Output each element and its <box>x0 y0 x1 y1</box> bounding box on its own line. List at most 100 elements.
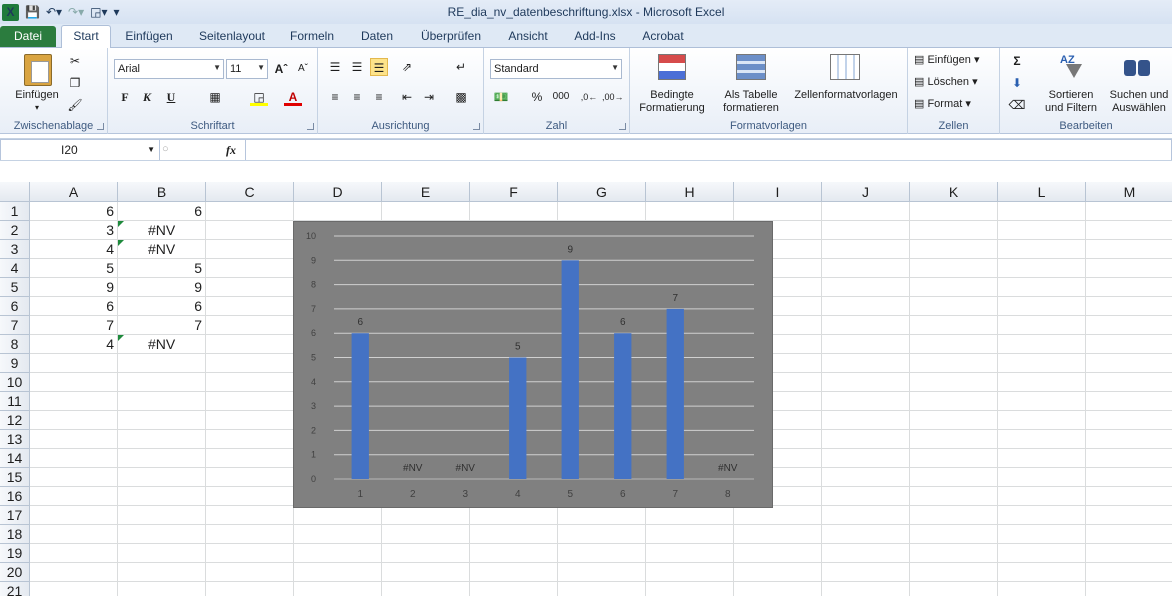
cell-m12[interactable] <box>1086 411 1172 430</box>
tab-page-layout[interactable]: Seitenlayout <box>195 28 269 48</box>
number-launcher-icon[interactable] <box>619 123 626 130</box>
cell-g21[interactable] <box>558 582 646 596</box>
cell-b8[interactable]: #NV <box>118 335 206 354</box>
clipboard-launcher-icon[interactable] <box>97 123 104 130</box>
cell-l4[interactable] <box>998 259 1086 278</box>
cell-d20[interactable] <box>294 563 382 582</box>
cell-j12[interactable] <box>822 411 910 430</box>
cell-l2[interactable] <box>998 221 1086 240</box>
cell-h1[interactable] <box>646 202 734 221</box>
tab-review[interactable]: Überprüfen <box>415 28 487 48</box>
cell-c12[interactable] <box>206 411 294 430</box>
cell-l6[interactable] <box>998 297 1086 316</box>
cell-c5[interactable] <box>206 278 294 297</box>
cell-styles-button[interactable]: Zellenformatvorlagen <box>788 89 904 101</box>
cell-e19[interactable] <box>382 544 470 563</box>
column-header-f[interactable]: F <box>470 182 558 202</box>
align-center-icon[interactable]: ≡ <box>348 88 366 106</box>
cell-h21[interactable] <box>646 582 734 596</box>
cell-m11[interactable] <box>1086 392 1172 411</box>
cell-m10[interactable] <box>1086 373 1172 392</box>
tab-file[interactable]: Datei <box>0 26 56 47</box>
font-name-select[interactable]: Arial ▼ <box>114 59 224 79</box>
column-header-i[interactable]: I <box>734 182 822 202</box>
cell-l3[interactable] <box>998 240 1086 259</box>
cell-d19[interactable] <box>294 544 382 563</box>
thousands-button[interactable]: 000 <box>548 88 574 106</box>
orientation-icon[interactable]: ⇗ <box>398 58 416 76</box>
cell-l1[interactable] <box>998 202 1086 221</box>
underline-button[interactable]: U <box>162 88 180 106</box>
cell-k2[interactable] <box>910 221 998 240</box>
shrink-font-icon[interactable]: Aˇ <box>294 60 312 78</box>
merge-center-icon[interactable]: ▩ <box>452 88 470 106</box>
cell-b17[interactable] <box>118 506 206 525</box>
cell-c6[interactable] <box>206 297 294 316</box>
cell-k8[interactable] <box>910 335 998 354</box>
cell-m19[interactable] <box>1086 544 1172 563</box>
align-right-icon[interactable]: ≡ <box>370 88 388 106</box>
cell-k17[interactable] <box>910 506 998 525</box>
cell-k18[interactable] <box>910 525 998 544</box>
cell-c9[interactable] <box>206 354 294 373</box>
row-header-4[interactable]: 4 <box>0 259 30 278</box>
cell-j6[interactable] <box>822 297 910 316</box>
insert-function-button[interactable]: fx <box>226 143 236 158</box>
cell-l15[interactable] <box>998 468 1086 487</box>
cell-c14[interactable] <box>206 449 294 468</box>
cell-m15[interactable] <box>1086 468 1172 487</box>
cell-j18[interactable] <box>822 525 910 544</box>
align-top-icon[interactable]: ☰ <box>326 58 344 76</box>
cell-j5[interactable] <box>822 278 910 297</box>
tab-start[interactable]: Start <box>61 25 111 49</box>
column-header-m[interactable]: M <box>1086 182 1172 202</box>
cell-l11[interactable] <box>998 392 1086 411</box>
row-header-16[interactable]: 16 <box>0 487 30 506</box>
row-header-11[interactable]: 11 <box>0 392 30 411</box>
cell-a7[interactable]: 7 <box>30 316 118 335</box>
cell-j10[interactable] <box>822 373 910 392</box>
cell-j13[interactable] <box>822 430 910 449</box>
cell-j11[interactable] <box>822 392 910 411</box>
cell-c3[interactable] <box>206 240 294 259</box>
cell-b1[interactable]: 6 <box>118 202 206 221</box>
cell-e18[interactable] <box>382 525 470 544</box>
find-select-label-1[interactable]: Suchen und <box>1106 89 1172 101</box>
paste-icon[interactable] <box>24 54 52 86</box>
row-header-15[interactable]: 15 <box>0 468 30 487</box>
tab-formulas[interactable]: Formeln <box>285 28 339 48</box>
font-color-icon[interactable]: A <box>284 88 302 106</box>
cell-a13[interactable] <box>30 430 118 449</box>
cell-a6[interactable]: 6 <box>30 297 118 316</box>
cell-f1[interactable] <box>470 202 558 221</box>
cell-d1[interactable] <box>294 202 382 221</box>
paste-dropdown-icon[interactable]: ▾ <box>32 102 42 114</box>
cell-b7[interactable]: 7 <box>118 316 206 335</box>
cell-m21[interactable] <box>1086 582 1172 596</box>
cell-l18[interactable] <box>998 525 1086 544</box>
copy-icon[interactable]: ❐ <box>66 74 84 92</box>
format-as-table-icon[interactable] <box>736 54 766 80</box>
cell-m3[interactable] <box>1086 240 1172 259</box>
paste-button[interactable]: Einfügen <box>10 89 64 101</box>
error-indicator-icon[interactable] <box>118 221 124 227</box>
cell-k21[interactable] <box>910 582 998 596</box>
decrease-indent-icon[interactable]: ⇤ <box>398 88 416 106</box>
expand-icon[interactable]: ○ <box>162 143 169 155</box>
cell-j7[interactable] <box>822 316 910 335</box>
cell-k4[interactable] <box>910 259 998 278</box>
cell-k20[interactable] <box>910 563 998 582</box>
cell-m16[interactable] <box>1086 487 1172 506</box>
cell-e1[interactable] <box>382 202 470 221</box>
conditional-formatting-label-2[interactable]: Formatierung <box>630 102 714 114</box>
row-header-20[interactable]: 20 <box>0 563 30 582</box>
currency-icon[interactable]: 💵 <box>492 88 510 106</box>
cell-k5[interactable] <box>910 278 998 297</box>
cell-b5[interactable]: 9 <box>118 278 206 297</box>
row-header-18[interactable]: 18 <box>0 525 30 544</box>
cell-a11[interactable] <box>30 392 118 411</box>
cell-k6[interactable] <box>910 297 998 316</box>
format-painter-icon[interactable]: 🖌 <box>66 96 84 114</box>
row-header-6[interactable]: 6 <box>0 297 30 316</box>
row-header-17[interactable]: 17 <box>0 506 30 525</box>
